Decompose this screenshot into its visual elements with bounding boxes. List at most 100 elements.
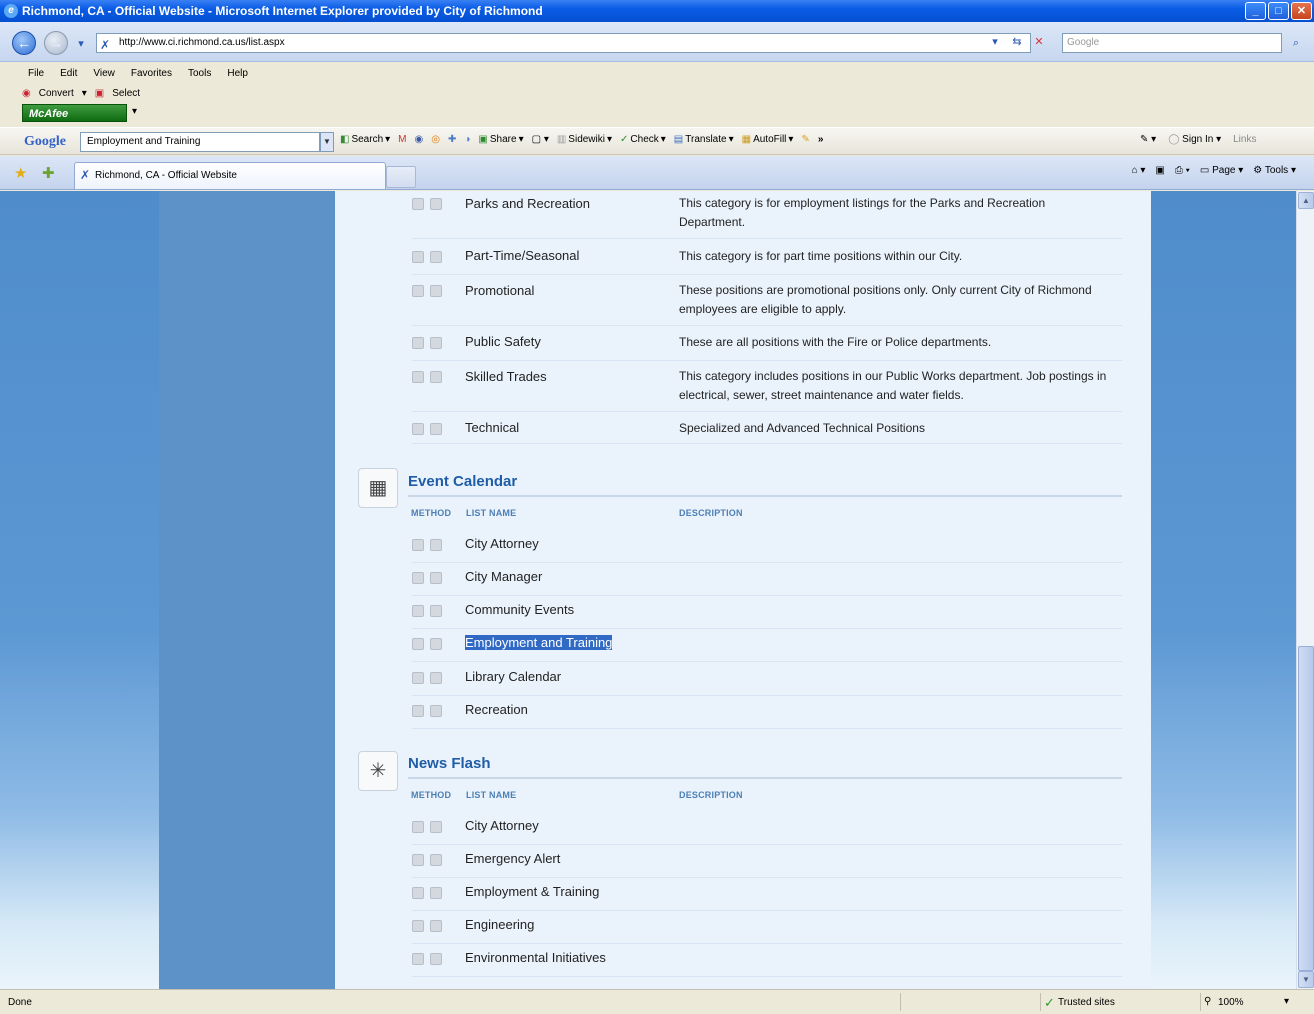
favorites-star-icon[interactable]: ★ <box>14 164 27 182</box>
minimize-button[interactable]: _ <box>1245 2 1266 20</box>
email-icon[interactable] <box>412 953 424 965</box>
select-button[interactable]: Select <box>112 88 140 99</box>
sms-icon[interactable] <box>430 605 442 617</box>
back-button[interactable]: ← <box>12 31 36 55</box>
sms-icon[interactable] <box>430 920 442 932</box>
list-name[interactable]: Community Events <box>465 602 574 617</box>
page-menu[interactable]: ▭ Page ▾ <box>1200 165 1243 176</box>
email-icon[interactable] <box>412 605 424 617</box>
search-icon[interactable]: ⌕ <box>1284 33 1308 53</box>
email-icon[interactable] <box>412 887 424 899</box>
tab-richmond[interactable]: ✗ Richmond, CA - Official Website <box>74 162 386 189</box>
sms-icon[interactable] <box>430 371 442 383</box>
sms-icon[interactable] <box>430 285 442 297</box>
scroll-down-icon[interactable]: ▼ <box>1298 971 1314 988</box>
feeds-icon[interactable]: ▣ <box>1155 165 1164 176</box>
sms-icon[interactable] <box>430 638 442 650</box>
email-icon[interactable] <box>412 371 424 383</box>
sms-icon[interactable] <box>430 887 442 899</box>
email-icon[interactable] <box>412 572 424 584</box>
email-icon[interactable] <box>412 198 424 210</box>
address-field[interactable]: ✗ http://www.ci.richmond.ca.us/list.aspx <box>96 33 1031 53</box>
list-name[interactable]: Promotional <box>465 283 534 298</box>
email-icon[interactable] <box>412 423 424 435</box>
sidewiki-button[interactable]: ▥ Sidewiki ▾ <box>557 134 612 145</box>
mcafee-button[interactable]: McAfee <box>22 104 127 122</box>
vertical-scrollbar[interactable]: ▲ ▼ <box>1296 191 1314 989</box>
google-search-button[interactable]: ◧ Search ▾ <box>340 134 390 145</box>
sms-icon[interactable] <box>430 672 442 684</box>
bookmark-icon[interactable]: ◉ <box>415 134 424 145</box>
new-tab-button[interactable] <box>386 166 416 188</box>
pencil-icon[interactable]: ✎ <box>801 134 809 145</box>
list-name[interactable]: Library Calendar <box>465 669 561 684</box>
stop-icon[interactable]: ✕ <box>1030 33 1048 51</box>
add-favorite-icon[interactable]: ✚ <box>42 164 55 182</box>
close-button[interactable]: ✕ <box>1291 2 1312 20</box>
menu-file[interactable]: File <box>28 68 44 79</box>
check-button[interactable]: ✓ Check ▾ <box>620 134 666 145</box>
sms-icon[interactable] <box>430 953 442 965</box>
menu-edit[interactable]: Edit <box>60 68 77 79</box>
plus-icon[interactable]: ✚ <box>448 134 456 145</box>
convert-button[interactable]: Convert <box>39 88 74 99</box>
list-name[interactable]: City Manager <box>465 569 542 584</box>
email-icon[interactable] <box>412 251 424 263</box>
refresh-icon[interactable]: ⇆ <box>1008 33 1026 51</box>
menu-help[interactable]: Help <box>227 68 248 79</box>
email-icon[interactable] <box>412 821 424 833</box>
menu-favorites[interactable]: Favorites <box>131 68 172 79</box>
email-icon[interactable] <box>412 672 424 684</box>
sms-icon[interactable] <box>430 539 442 551</box>
email-icon[interactable] <box>412 285 424 297</box>
list-name[interactable]: Technical <box>465 420 519 435</box>
search-input[interactable]: Google <box>1062 33 1282 53</box>
mcafee-dropdown-icon[interactable]: ▾ <box>132 106 137 117</box>
list-name[interactable]: City Attorney <box>465 536 539 551</box>
email-icon[interactable] <box>412 854 424 866</box>
email-icon[interactable] <box>412 337 424 349</box>
links-button[interactable]: Links <box>1233 134 1256 145</box>
sms-icon[interactable] <box>430 251 442 263</box>
sign-in-button[interactable]: ◯ Sign In ▾ <box>1168 134 1221 145</box>
sms-icon[interactable] <box>430 337 442 349</box>
list-name[interactable]: Environmental Initiatives <box>465 950 606 965</box>
email-icon[interactable] <box>412 920 424 932</box>
scroll-up-icon[interactable]: ▲ <box>1298 192 1314 209</box>
blog-icon[interactable]: ▢ ▾ <box>532 134 549 145</box>
menu-view[interactable]: View <box>93 68 115 79</box>
list-name[interactable]: City Attorney <box>465 818 539 833</box>
tools-menu[interactable]: ⚙ Tools ▾ <box>1253 165 1296 176</box>
share-button[interactable]: ▣ Share ▾ <box>478 134 523 145</box>
list-name[interactable]: Recreation <box>465 702 528 717</box>
google-search-input[interactable]: Employment and Training <box>80 132 320 152</box>
list-name[interactable]: Skilled Trades <box>465 369 547 384</box>
list-name[interactable]: Parks and Recreation <box>465 196 590 211</box>
sms-icon[interactable] <box>430 821 442 833</box>
address-dropdown-icon[interactable]: ▾ <box>986 33 1004 51</box>
sms-icon[interactable] <box>430 854 442 866</box>
list-name[interactable]: Engineering <box>465 917 534 932</box>
list-name-selected[interactable]: Employment and Training <box>465 635 613 650</box>
sms-icon[interactable] <box>430 705 442 717</box>
sms-icon[interactable] <box>430 423 442 435</box>
wrench-icon[interactable]: ✎ ▾ <box>1140 134 1156 145</box>
autofill-button[interactable]: ▦ AutoFill ▾ <box>742 134 794 145</box>
maximize-button[interactable]: □ <box>1268 2 1289 20</box>
list-name[interactable]: Part-Time/Seasonal <box>465 248 579 263</box>
gmail-icon[interactable]: M <box>398 134 406 145</box>
print-icon[interactable]: ⎙ ▾ <box>1175 165 1190 176</box>
google-search-dropdown-icon[interactable]: ▼ <box>320 132 334 152</box>
zoom-level[interactable]: 100% <box>1218 997 1244 1008</box>
more-chevron-icon[interactable]: » <box>818 134 824 145</box>
menu-tools[interactable]: Tools <box>188 68 211 79</box>
convert-dropdown-icon[interactable]: ▾ <box>82 88 87 99</box>
sms-icon[interactable] <box>430 198 442 210</box>
sms-icon[interactable] <box>430 572 442 584</box>
history-dropdown-icon[interactable]: ▾ <box>72 35 90 53</box>
list-name[interactable]: Employment & Training <box>465 884 599 899</box>
scroll-thumb[interactable] <box>1298 646 1314 971</box>
firefox-style-icon[interactable]: ◎ <box>431 134 440 145</box>
email-icon[interactable] <box>412 638 424 650</box>
zoom-dropdown-icon[interactable]: ▾ <box>1284 996 1289 1007</box>
